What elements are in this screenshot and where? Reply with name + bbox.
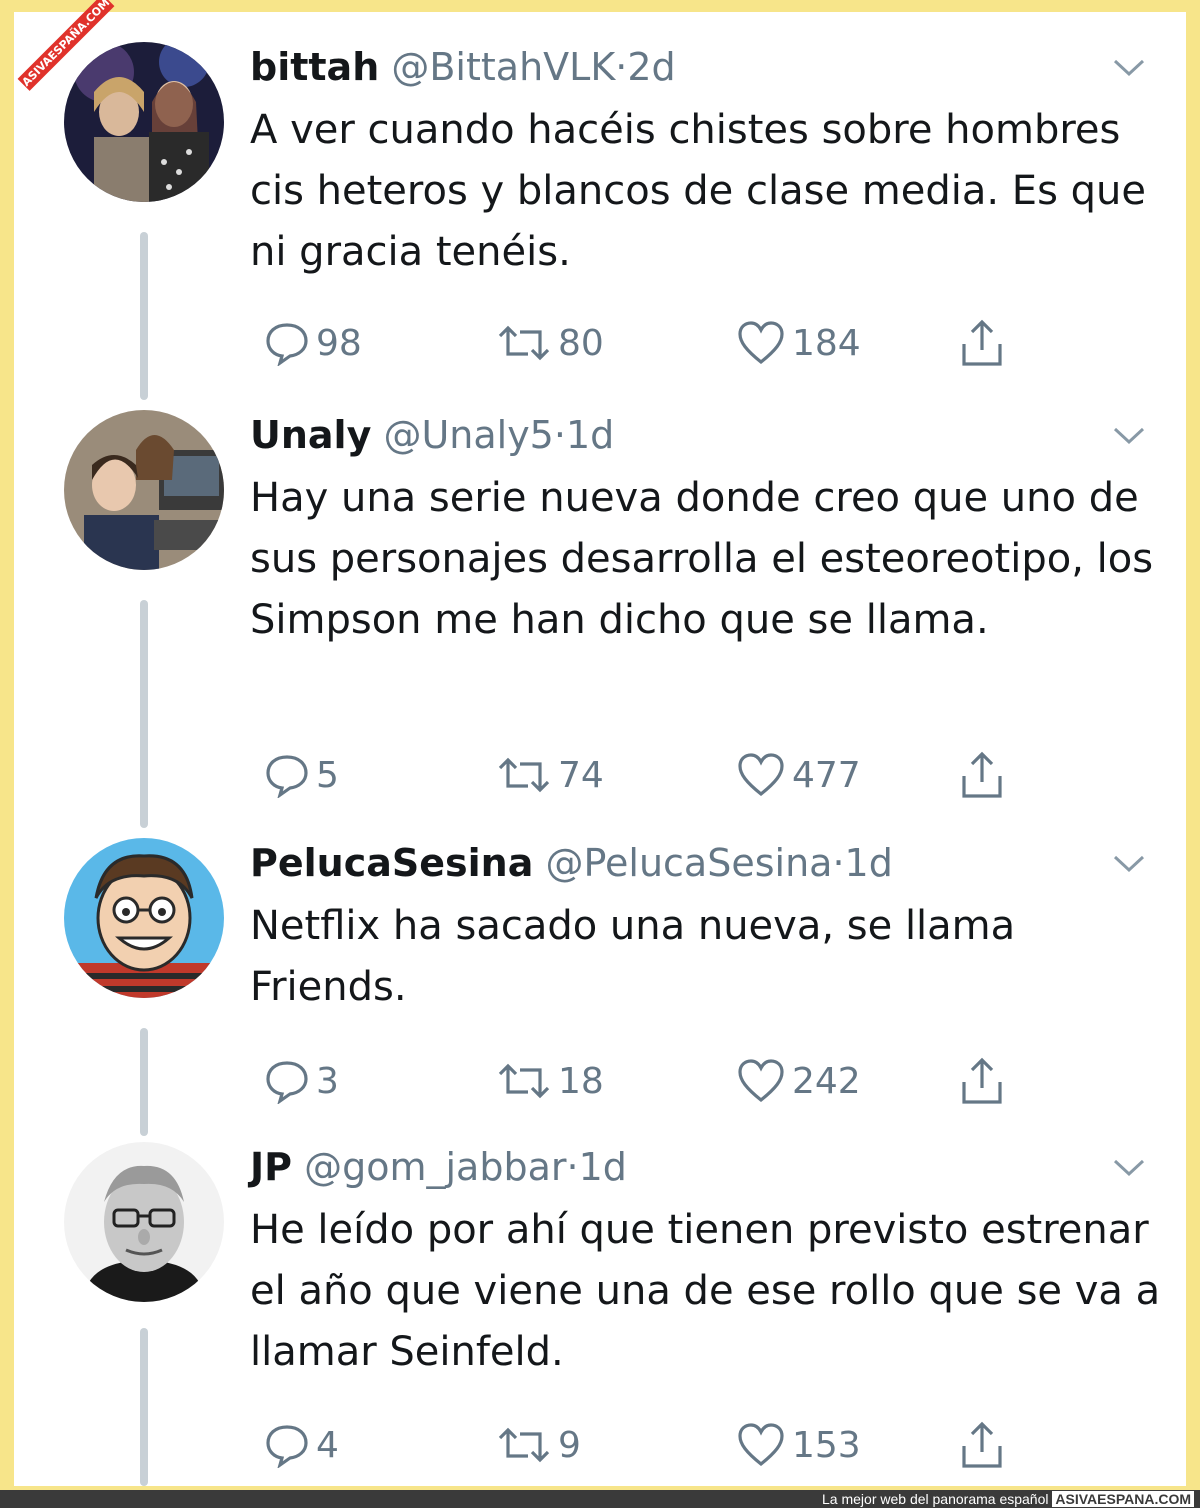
retweet-icon (498, 1427, 550, 1463)
cartoon-face-avatar-icon (64, 838, 224, 998)
footer-tagline: La mejor web del panorama español (822, 1491, 1049, 1507)
reply-icon (266, 755, 308, 798)
timestamp[interactable]: 1d (845, 841, 893, 885)
thread-line (140, 232, 148, 400)
tweet-header: PelucaSesina @PelucaSesina·1d (250, 838, 893, 888)
tweet-text: A ver cuando hacéis chistes sobre hombre… (250, 107, 1146, 275)
footer-brand-link[interactable]: ASIVAESPANA.COM (1052, 1491, 1194, 1507)
handle[interactable]: @gom_jabbar (304, 1145, 566, 1189)
retweet-icon (498, 757, 550, 793)
handle[interactable]: @PelucaSesina (545, 841, 832, 885)
retweet-button[interactable]: 74 (496, 750, 604, 800)
retweet-count: 9 (558, 1424, 581, 1466)
retweet-icon (498, 1063, 550, 1099)
thread-line (140, 1028, 148, 1136)
elderly-man-avatar-icon (64, 1142, 224, 1302)
reply-button[interactable]: 3 (264, 1056, 339, 1106)
tweet-header: JP @gom_jabbar·1d (250, 1142, 627, 1192)
tweet-thread-card: ASIVAESPAÑA.COM bittah @BittahVLK·2d A v… (14, 0, 1186, 1486)
retweet-button[interactable]: 9 (496, 1420, 581, 1470)
retweet-button[interactable]: 18 (496, 1056, 604, 1106)
retweet-count: 18 (558, 1060, 604, 1102)
thread-line (140, 1328, 148, 1486)
like-count: 153 (792, 1424, 861, 1466)
avatar[interactable] (64, 1142, 224, 1302)
avatar[interactable] (64, 42, 224, 202)
thread-line (140, 600, 148, 828)
timestamp[interactable]: 2d (627, 45, 675, 89)
like-button[interactable]: 477 (736, 750, 861, 800)
display-name[interactable]: Unaly (250, 413, 371, 457)
share-icon (962, 751, 1002, 798)
tweet-actions: 98 80 184 (250, 318, 1050, 368)
separator: · (615, 45, 628, 89)
reply-icon (266, 1425, 308, 1468)
chevron-down-icon[interactable] (1112, 56, 1146, 78)
reply-count: 4 (316, 1424, 339, 1466)
tweet-text: Hay una serie nueva donde creo que uno d… (250, 475, 1154, 643)
reply-count: 5 (316, 754, 339, 796)
reply-icon (266, 323, 308, 366)
heart-icon (738, 1059, 784, 1103)
reply-icon (266, 1061, 308, 1104)
tv-still-avatar-icon (64, 410, 224, 570)
tweet-actions: 3 18 242 (250, 1056, 1050, 1106)
retweet-count: 74 (558, 754, 604, 796)
chevron-down-icon[interactable] (1112, 1156, 1146, 1178)
retweet-button[interactable]: 80 (496, 318, 604, 368)
like-count: 242 (792, 1060, 861, 1102)
separator: · (553, 413, 566, 457)
share-button[interactable] (960, 750, 1004, 800)
display-name[interactable]: JP (250, 1145, 292, 1189)
reply-button[interactable]: 98 (264, 318, 362, 368)
reply-count: 3 (316, 1060, 339, 1102)
like-count: 184 (792, 322, 861, 364)
like-button[interactable]: 153 (736, 1420, 861, 1470)
display-name[interactable]: bittah (250, 45, 379, 89)
like-count: 477 (792, 754, 861, 796)
separator: · (566, 1145, 579, 1189)
handle[interactable]: @BittahVLK (391, 45, 615, 89)
reply-button[interactable]: 5 (264, 750, 339, 800)
like-button[interactable]: 184 (736, 318, 861, 368)
avatar[interactable] (64, 838, 224, 998)
site-footer: La mejor web del panorama español ASIVAE… (0, 1490, 1200, 1508)
share-button[interactable] (960, 1056, 1004, 1106)
share-icon (962, 1057, 1002, 1104)
timestamp[interactable]: 1d (579, 1145, 627, 1189)
timestamp[interactable]: 1d (566, 413, 614, 457)
retweet-icon (498, 325, 550, 361)
tweet-actions: 4 9 153 (250, 1420, 1050, 1470)
tweet-text: He leído por ahí que tienen previsto est… (250, 1207, 1161, 1375)
tweet-text: Netflix ha sacado una nueva, se llama Fr… (250, 903, 1016, 1010)
chevron-down-icon[interactable] (1112, 852, 1146, 874)
tweet-actions: 5 74 477 (250, 750, 1050, 800)
separator: · (832, 841, 845, 885)
concert-photo-avatar-icon (64, 42, 224, 202)
heart-icon (738, 753, 784, 797)
retweet-count: 80 (558, 322, 604, 364)
share-button[interactable] (960, 1420, 1004, 1470)
tweet-header: Unaly @Unaly5·1d (250, 410, 614, 460)
share-icon (962, 319, 1002, 366)
like-button[interactable]: 242 (736, 1056, 861, 1106)
avatar[interactable] (64, 410, 224, 570)
tweet-header: bittah @BittahVLK·2d (250, 42, 676, 92)
heart-icon (738, 321, 784, 365)
share-button[interactable] (960, 318, 1004, 368)
share-icon (962, 1421, 1002, 1468)
display-name[interactable]: PelucaSesina (250, 841, 533, 885)
heart-icon (738, 1423, 784, 1467)
reply-button[interactable]: 4 (264, 1420, 339, 1470)
handle[interactable]: @Unaly5 (383, 413, 553, 457)
reply-count: 98 (316, 322, 362, 364)
chevron-down-icon[interactable] (1112, 424, 1146, 446)
